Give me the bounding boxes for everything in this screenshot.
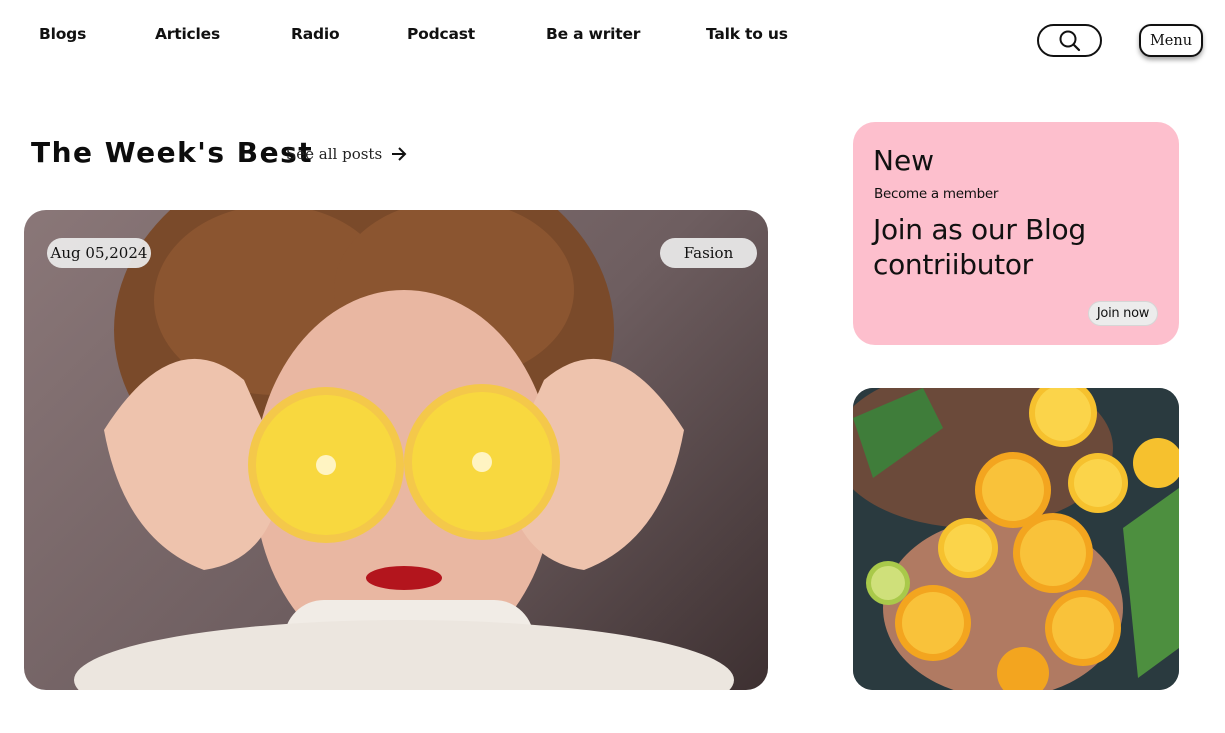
nav-item-radio[interactable]: Radio — [291, 25, 340, 43]
nav-item-articles[interactable]: Articles — [155, 25, 220, 43]
featured-post-image — [74, 210, 734, 690]
nav-item-podcast[interactable]: Podcast — [407, 25, 475, 43]
promo-subtitle: Become a member — [874, 186, 999, 202]
section-title: The Week's Best — [31, 136, 314, 169]
nav-item-blogs[interactable]: Blogs — [39, 25, 86, 43]
arrow-right-icon — [392, 147, 407, 161]
search-button[interactable] — [1037, 24, 1102, 57]
promo-title: Join as our Blog contriibutor — [873, 213, 1086, 281]
menu-button[interactable]: Menu — [1139, 24, 1203, 57]
post-date-badge: Aug 05,2024 — [47, 238, 151, 268]
search-icon — [1059, 30, 1080, 51]
nav-item-talk-to-us[interactable]: Talk to us — [706, 25, 788, 43]
secondary-post-image — [853, 388, 1179, 690]
promo-badge: New — [873, 144, 935, 177]
nav-item-be-a-writer[interactable]: Be a writer — [546, 25, 640, 43]
top-nav: Blogs Articles Radio Podcast Be a writer… — [0, 0, 1225, 75]
secondary-post-card[interactable] — [853, 388, 1179, 690]
see-all-posts-link[interactable]: See all posts — [286, 145, 408, 163]
see-all-label: See all posts — [286, 145, 383, 163]
featured-post-card[interactable]: Aug 05,2024 Fasion — [24, 210, 768, 690]
member-promo-card: New Become a member Join as our Blog con… — [853, 122, 1179, 345]
join-now-button[interactable]: Join now — [1088, 301, 1158, 326]
post-category-tag[interactable]: Fasion — [660, 238, 757, 268]
